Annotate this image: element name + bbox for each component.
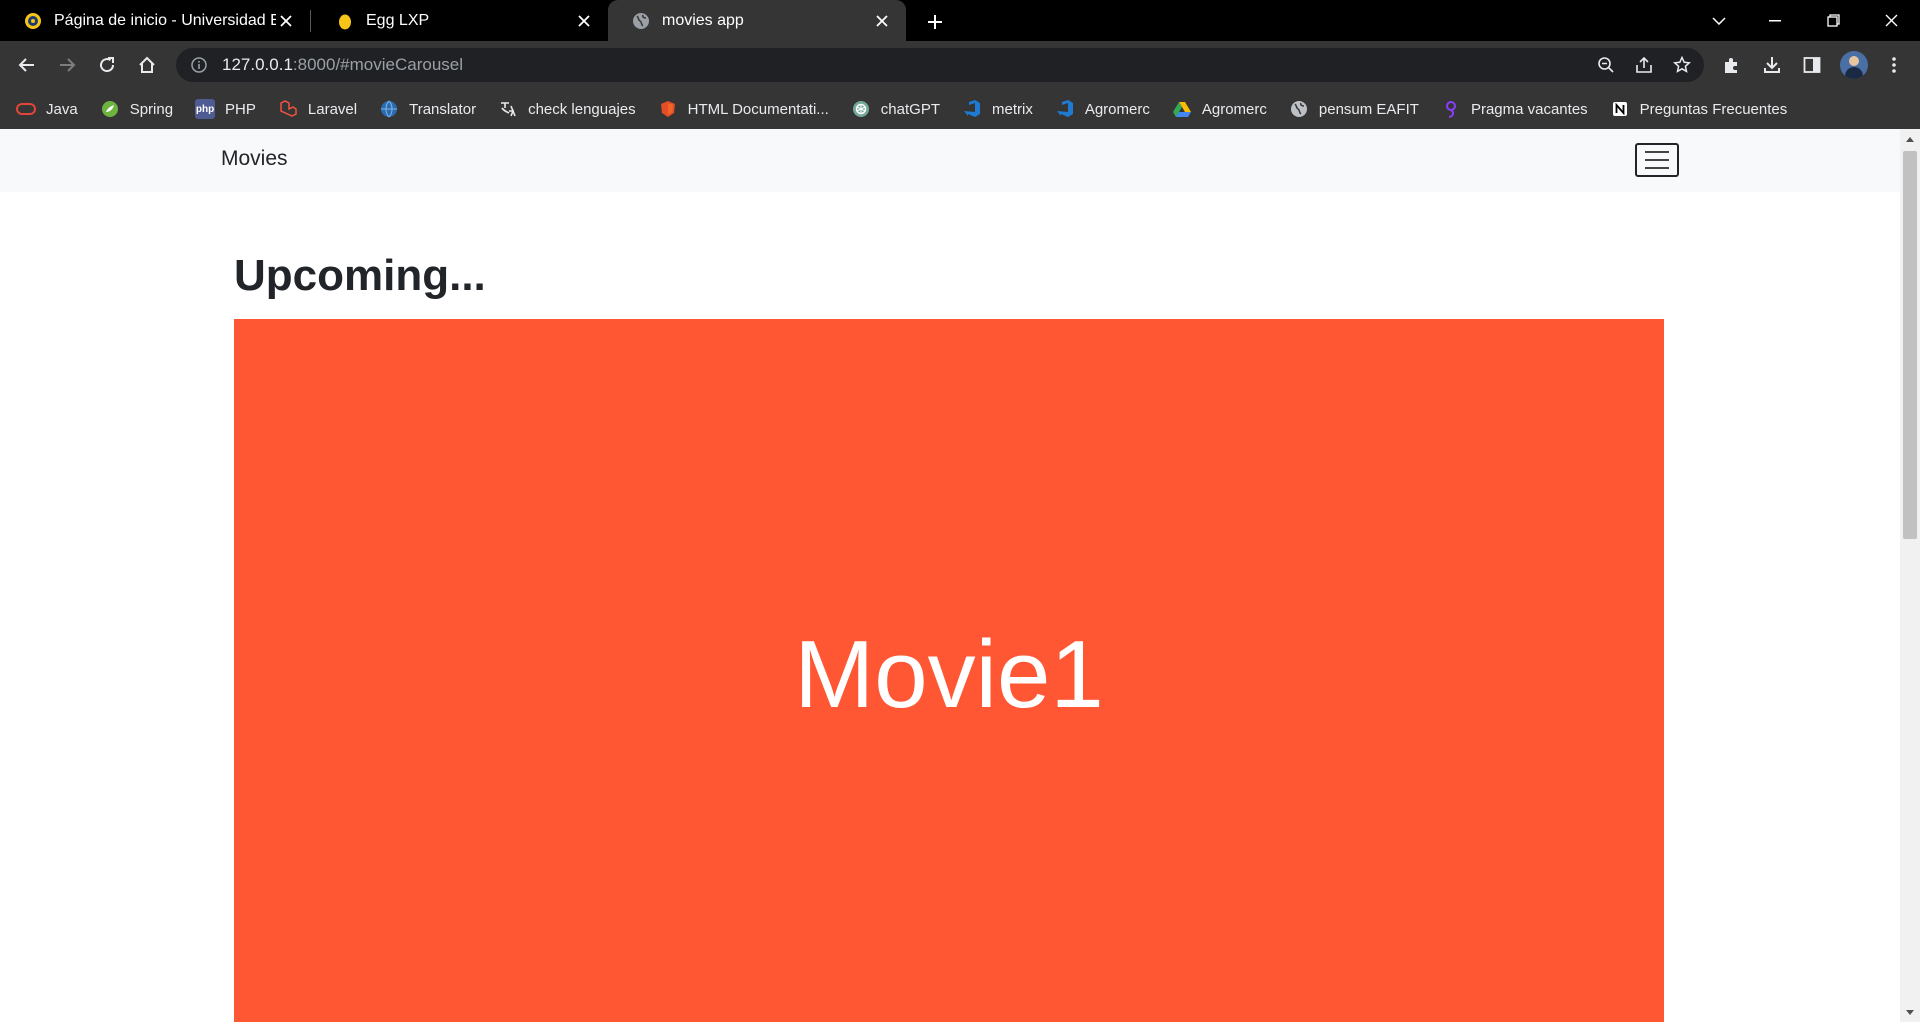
- bookmark-label: Pragma vacantes: [1470, 100, 1588, 118]
- scrollbar-thumb[interactable]: [1903, 151, 1917, 539]
- url-path: :8000/#movieCarousel: [292, 55, 464, 74]
- forward-button[interactable]: [51, 49, 83, 81]
- spring-icon: [100, 99, 120, 119]
- page-scrollbar[interactable]: [1900, 129, 1920, 1022]
- minimize-button[interactable]: [1752, 0, 1798, 41]
- bookmark-label: Agromerc: [1084, 100, 1150, 118]
- bookmark-star-icon[interactable]: [1670, 53, 1694, 77]
- egg-icon: [336, 12, 354, 30]
- side-panel-icon[interactable]: [1800, 53, 1824, 77]
- bookmark-spring[interactable]: Spring: [100, 94, 173, 124]
- bookmark-label: metrix: [991, 100, 1033, 118]
- bookmark-agromerc-devops[interactable]: Agromerc: [1055, 94, 1150, 124]
- tab-universidad[interactable]: Página de inicio - Universidad EA: [0, 0, 310, 41]
- globe-icon: [632, 12, 650, 30]
- scroll-up-arrow-icon[interactable]: [1900, 129, 1920, 149]
- bookmark-label: Preguntas Frecuentes: [1639, 100, 1788, 118]
- bookmark-translator[interactable]: Translator: [379, 94, 476, 124]
- url-text[interactable]: 127.0.0.1:8000/#movieCarousel: [222, 55, 463, 75]
- profile-avatar[interactable]: [1840, 51, 1868, 79]
- notion-icon: [1610, 99, 1630, 119]
- translate-icon: [498, 99, 518, 119]
- hamburger-icon: [1645, 151, 1669, 153]
- site-info-icon[interactable]: [188, 54, 210, 76]
- new-tab-button[interactable]: [922, 9, 948, 35]
- hamburger-icon: [1645, 159, 1669, 161]
- laravel-icon: [278, 99, 298, 119]
- menu-kebab-icon[interactable]: [1882, 53, 1906, 77]
- scroll-down-arrow-icon[interactable]: [1900, 1002, 1920, 1022]
- azure-devops-icon: [962, 99, 982, 119]
- bookmark-label: Java: [46, 100, 78, 118]
- bookmark-label: PHP: [225, 100, 256, 118]
- bookmark-pragma-vacantes[interactable]: Pragma vacantes: [1441, 94, 1588, 124]
- tab-movies-app[interactable]: movies app: [608, 0, 906, 41]
- azure-devops-icon: [1055, 99, 1075, 119]
- globe-icon: [1289, 99, 1309, 119]
- bookmark-label: Translator: [409, 100, 477, 118]
- bookmark-agromerc-drive[interactable]: Agromerc: [1172, 94, 1267, 124]
- close-icon[interactable]: [276, 11, 296, 31]
- tab-title: Página de inicio - Universidad EA: [54, 11, 276, 29]
- zoom-icon[interactable]: [1594, 53, 1618, 77]
- bookmark-laravel[interactable]: Laravel: [278, 94, 357, 124]
- pragma-icon: [1441, 99, 1461, 119]
- translator-globe-icon: [379, 99, 399, 119]
- browser-toolbar: 127.0.0.1:8000/#movieCarousel: [0, 41, 1920, 89]
- tab-strip: Página de inicio - Universidad EA Egg LX…: [0, 0, 1920, 41]
- back-button[interactable]: [11, 49, 43, 81]
- reload-button[interactable]: [91, 49, 123, 81]
- php-icon: php: [195, 99, 216, 119]
- bookmark-label: Agromerc: [1201, 100, 1267, 118]
- hamburger-icon: [1645, 167, 1669, 169]
- bookmark-pensum-eafit[interactable]: pensum EAFIT: [1289, 94, 1419, 124]
- slide-caption: Movie1: [794, 621, 1104, 728]
- bookmark-preguntas-frecuentes[interactable]: Preguntas Frecuentes: [1610, 94, 1788, 124]
- close-icon[interactable]: [574, 11, 594, 31]
- navbar-toggler-button[interactable]: [1635, 143, 1679, 177]
- bookmark-java[interactable]: Java: [16, 94, 78, 124]
- extensions-puzzle-icon[interactable]: [1720, 53, 1744, 77]
- google-drive-icon: [1172, 99, 1192, 119]
- close-icon[interactable]: [872, 11, 892, 31]
- bookmark-chatgpt[interactable]: chatGPT: [851, 94, 940, 124]
- site-navbar: Movies: [0, 129, 1900, 192]
- download-icon[interactable]: [1760, 53, 1784, 77]
- tab-search-chevron-icon[interactable]: [1696, 0, 1742, 41]
- close-window-button[interactable]: [1868, 0, 1914, 41]
- navbar-brand[interactable]: Movies: [221, 147, 288, 171]
- bookmark-label: pensum EAFIT: [1318, 100, 1419, 118]
- bookmark-php[interactable]: php PHP: [195, 94, 256, 124]
- bookmark-label: check lenguajes: [528, 100, 636, 118]
- restore-button[interactable]: [1810, 0, 1856, 41]
- bookmark-label: HTML Documentati...: [687, 100, 829, 118]
- tab-separator: [310, 10, 311, 32]
- bookmark-metrix[interactable]: metrix: [962, 94, 1033, 124]
- bookmark-label: Spring: [129, 100, 174, 118]
- address-bar-actions: [1594, 53, 1694, 77]
- bookmark-label: Laravel: [307, 100, 358, 118]
- bookmark-label: chatGPT: [880, 100, 940, 118]
- address-bar[interactable]: 127.0.0.1:8000/#movieCarousel: [176, 48, 1704, 82]
- oracle-icon: [16, 99, 36, 119]
- tab-title: movies app: [662, 11, 744, 29]
- university-seal-icon: [24, 12, 42, 30]
- share-icon[interactable]: [1632, 53, 1656, 77]
- movie-carousel-slide[interactable]: Movie1: [234, 319, 1664, 1022]
- bookmark-html-documentation[interactable]: HTML Documentati...: [658, 94, 829, 124]
- page-heading: Upcoming...: [234, 251, 486, 300]
- url-host: 127.0.0.1: [222, 55, 293, 74]
- page-viewport: Movies Upcoming... Movie1: [0, 129, 1900, 1022]
- tab-title: Egg LXP: [366, 11, 430, 29]
- chatgpt-icon: [851, 99, 871, 119]
- tab-egg-lxp[interactable]: Egg LXP: [312, 0, 608, 41]
- home-button[interactable]: [131, 49, 163, 81]
- html-shield-icon: [658, 99, 678, 119]
- bookmarks-bar: Java Spring php PHP Laravel Translator c…: [0, 89, 1920, 129]
- bookmark-check-lenguajes[interactable]: check lenguajes: [498, 94, 636, 124]
